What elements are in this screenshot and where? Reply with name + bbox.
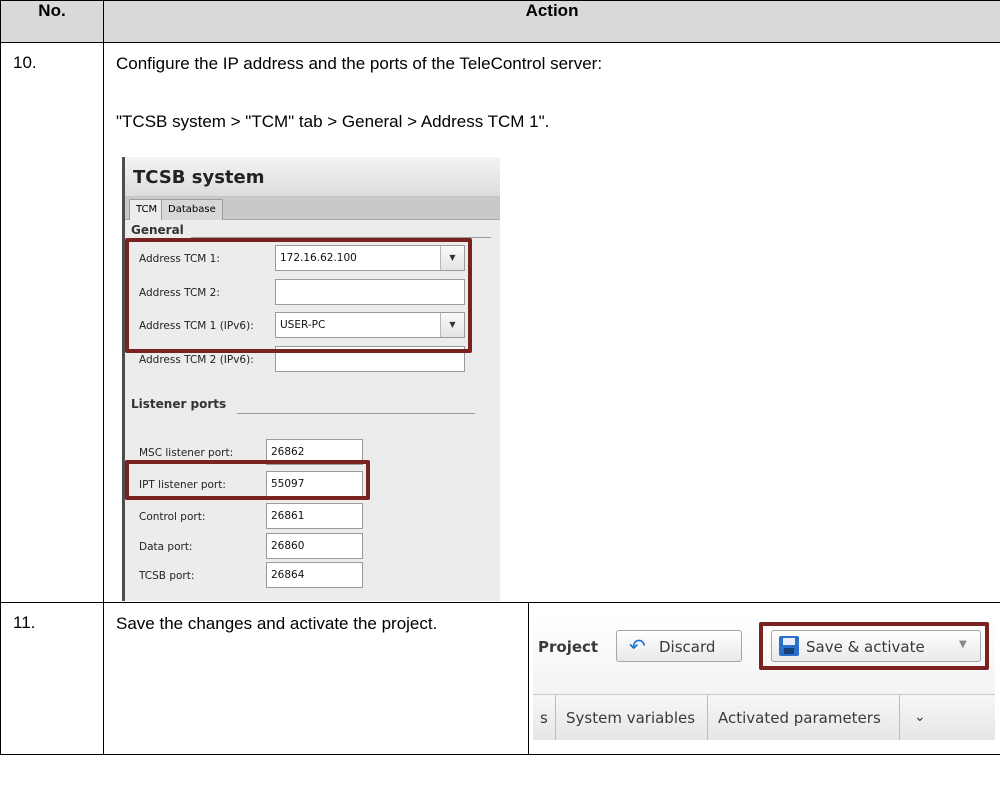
section-divider [237,413,475,414]
table-row: 11. Save the changes and activate the pr… [0,602,1000,755]
field-label: MSC listener port: [139,447,234,459]
step-text-line2: "TCSB system > "TCM" tab > General > Add… [116,112,550,131]
tab-tcm[interactable]: TCM [129,199,165,220]
step-text-line1: Configure the IP address and the ports o… [116,54,603,73]
field-value: 26860 [271,540,305,552]
discard-button[interactable]: ↶ Discard [616,630,742,662]
field-label: Control port: [139,511,206,523]
step-action: Save the changes and activate the projec… [103,602,529,755]
chevron-down-icon[interactable]: ⌄ [899,695,995,740]
tab-partial[interactable]: s [533,695,555,740]
field-value: 26864 [271,569,305,581]
step-number: 10. [0,42,104,603]
section-general-title: General [131,223,184,237]
step-number: 11. [0,602,104,755]
tab-activated-parameters[interactable]: Activated parameters [707,695,899,740]
tab-database[interactable]: Database [161,199,223,220]
tcsb-system-screenshot: TCSB system TCM Database General Address… [122,157,500,601]
field-value: 26861 [271,510,305,522]
field-label: TCSB port: [139,570,195,582]
highlight-frame [759,622,989,670]
control-port-input[interactable]: 26861 [266,503,363,529]
column-header-no: No. [0,0,104,43]
field-label: Address TCM 2 (IPv6): [139,354,254,366]
bottom-tab-row: s System variables Activated parameters … [533,694,995,740]
tab-bar: TCM Database [125,197,500,220]
highlight-frame [125,460,370,500]
tab-system-variables[interactable]: System variables [555,695,707,740]
tcsb-port-input[interactable]: 26864 [266,562,363,588]
field-value: 26862 [271,446,305,458]
instruction-table: No. Action 10. Configure the IP address … [0,0,1000,755]
panel-title: TCSB system [125,157,500,197]
column-header-action: Action [102,0,1000,43]
section-listener-ports-title: Listener ports [131,397,227,411]
field-label: Data port: [139,541,193,553]
step-screenshot-cell: Project ↶ Discard Save & activate ▼ s Sy… [527,602,1000,755]
undo-icon: ↶ [629,634,646,658]
step-text: Save the changes and activate the projec… [116,614,438,633]
highlight-frame [125,238,472,353]
discard-label: Discard [659,638,716,656]
project-label: Project [538,638,599,656]
step-action: Configure the IP address and the ports o… [102,42,1000,603]
data-port-input[interactable]: 26860 [266,533,363,559]
save-activate-screenshot: Project ↶ Discard Save & activate ▼ s Sy… [533,616,995,740]
table-row: 10. Configure the IP address and the por… [0,42,1000,603]
